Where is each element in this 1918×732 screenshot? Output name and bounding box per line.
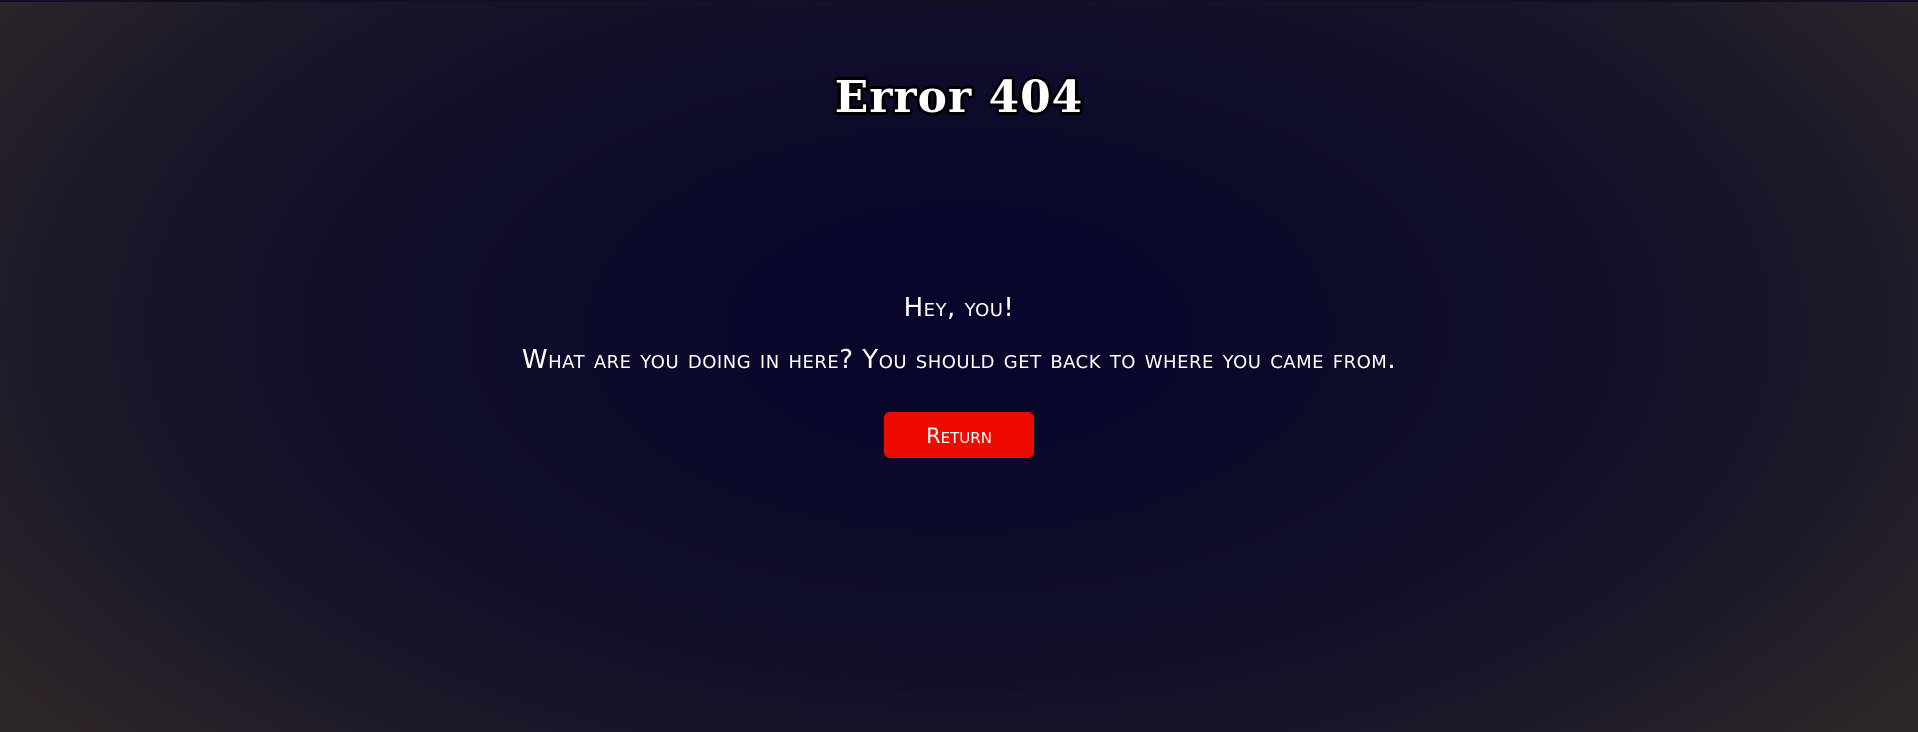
error-message: Hey, you! What are you doing in here? Yo… (0, 282, 1918, 386)
return-button[interactable]: Return (884, 412, 1034, 458)
message-greeting: Hey, you! (903, 293, 1015, 323)
error-page: Error 404 Hey, you! What are you doing i… (0, 0, 1918, 732)
message-body: What are you doing in here? You should g… (521, 345, 1397, 375)
button-container: Return (0, 412, 1918, 458)
page-title: Error 404 (834, 72, 1084, 123)
